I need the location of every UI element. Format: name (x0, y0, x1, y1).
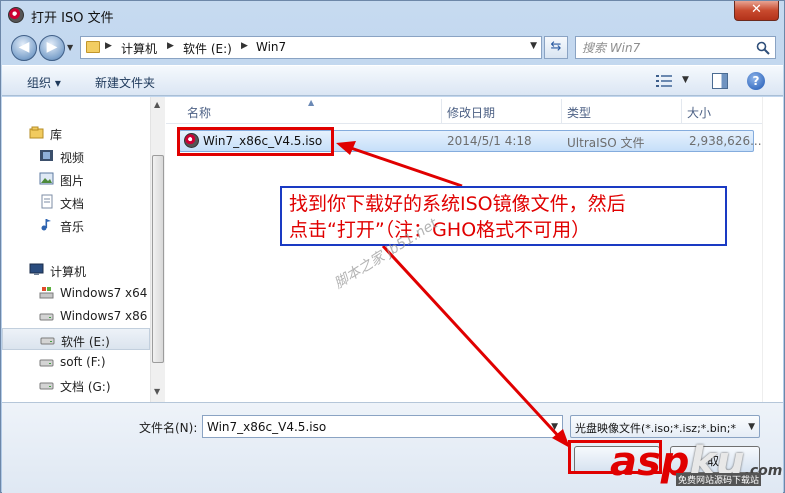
nav-item-drive-g[interactable]: 文档 (G:) (2, 374, 150, 396)
logo-tagline: 免费网站源码下载站 (676, 473, 762, 486)
ultraiso-disc-icon (8, 7, 24, 23)
search-icon (756, 41, 770, 55)
column-size[interactable]: 大小 (687, 104, 711, 121)
search-input[interactable] (582, 39, 752, 56)
file-type-filter-value: 光盘映像文件(*.iso;*.isz;*.bin;* (575, 422, 736, 435)
drive-icon (39, 382, 54, 390)
title-bar[interactable]: 打开 ISO 文件 ✕ (1, 1, 784, 29)
nav-label: 软件 (E:) (61, 335, 110, 349)
nav-label: 图片 (60, 174, 85, 188)
recent-pages-dropdown-icon[interactable]: ▼ (67, 43, 73, 52)
nav-item-videos[interactable]: 视频 (2, 145, 150, 167)
drive-icon (40, 337, 55, 345)
sort-ascending-icon: ▲ (308, 98, 315, 107)
document-icon (41, 194, 53, 209)
command-toolbar: 组织 ▾ 新建文件夹 ▼ ? (2, 65, 783, 96)
column-header: ▲ 名称 修改日期 类型 大小 (166, 97, 762, 124)
view-options-icon[interactable] (656, 74, 672, 88)
folder-icon (86, 41, 100, 53)
column-divider[interactable] (441, 99, 442, 123)
nav-label: 文档 (G:) (60, 380, 111, 394)
scroll-down-icon[interactable]: ▼ (154, 387, 160, 396)
nav-label: 计算机 (50, 265, 87, 279)
file-highlight-box (177, 127, 334, 156)
scrollbar-thumb[interactable] (152, 155, 164, 363)
drive-icon (39, 359, 54, 367)
file-name-combobox[interactable]: ▼ (202, 415, 563, 438)
windows-drive-icon (39, 287, 54, 299)
nav-label: Windows7 x86 (60, 309, 148, 323)
nav-label: Windows7 x64 (60, 286, 148, 300)
instruction-line-2: 点击“打开”（注：GHO格式不可用） (289, 219, 591, 241)
drive-icon (39, 313, 54, 321)
chevron-down-icon: ▼ (748, 422, 755, 432)
nav-item-drive-f[interactable]: soft (F:) (2, 351, 150, 373)
column-divider[interactable] (561, 99, 562, 123)
nav-label: soft (F:) (60, 355, 106, 369)
close-button[interactable]: ✕ (734, 1, 779, 21)
chevron-right-icon[interactable]: ▶ (241, 41, 248, 51)
scroll-up-icon[interactable]: ▲ (154, 100, 160, 109)
back-button[interactable]: ◀ (11, 35, 37, 61)
address-bar[interactable]: ▶ 计算机 ▶ 软件 (E:) ▶ Win7 ▼ (80, 36, 542, 59)
file-date: 2014/5/1 4:18 (447, 134, 532, 148)
file-type: UltraISO 文件 (567, 136, 645, 150)
instruction-line-1: 找到你下载好的系统ISO镜像文件，然后 (289, 193, 626, 215)
library-icon (29, 126, 44, 139)
nav-item-music[interactable]: 音乐 (2, 214, 150, 236)
nav-item-windows7-x64[interactable]: Windows7 x64 (2, 282, 150, 304)
new-folder-button[interactable]: 新建文件夹 (95, 74, 155, 91)
column-divider[interactable] (681, 99, 682, 123)
music-icon (41, 219, 51, 231)
organize-button[interactable]: 组织 ▾ (27, 74, 61, 91)
instruction-callout: 找到你下载好的系统ISO镜像文件，然后 点击“打开”（注：GHO格式不可用） (280, 186, 727, 246)
column-name[interactable]: 名称 (187, 104, 211, 121)
file-name-label: 文件名(N): (139, 421, 198, 435)
file-size: 2,938,626... (689, 134, 762, 148)
file-list-scrollbar[interactable] (762, 97, 783, 402)
window-title: 打开 ISO 文件 (31, 11, 114, 26)
chevron-right-icon[interactable]: ▶ (167, 41, 174, 51)
search-box[interactable] (575, 36, 776, 59)
preview-pane-icon[interactable] (712, 73, 728, 89)
nav-label: 音乐 (60, 220, 85, 234)
breadcrumb-win7[interactable]: Win7 (256, 40, 286, 54)
navigation-pane: 库 视频 图片 文档 音乐 计算机 Windows7 x64 Windows7 … (2, 97, 165, 402)
refresh-icon: ⇆ (550, 39, 562, 54)
column-date[interactable]: 修改日期 (447, 104, 495, 121)
nav-item-library[interactable]: 库 (2, 122, 150, 144)
video-icon (40, 150, 53, 161)
nav-item-pictures[interactable]: 图片 (2, 168, 150, 190)
breadcrumb-computer[interactable]: 计算机 (121, 40, 157, 57)
nav-item-drive-e[interactable]: 软件 (E:) (2, 328, 150, 350)
breadcrumb-drive-e[interactable]: 软件 (E:) (183, 40, 232, 57)
picture-icon (39, 172, 54, 185)
nav-item-computer[interactable]: 计算机 (2, 259, 150, 281)
help-button[interactable]: ? (747, 72, 765, 90)
nav-label: 库 (50, 128, 63, 142)
file-name-input[interactable] (207, 418, 537, 436)
nav-item-documents[interactable]: 文档 (2, 191, 150, 213)
file-type-filter[interactable]: 光盘映像文件(*.iso;*.isz;*.bin;* ▼ (570, 415, 760, 438)
file-name-dropdown-icon[interactable]: ▼ (551, 422, 558, 432)
address-row: ◀ ▶ ▼ ▶ 计算机 ▶ 软件 (E:) ▶ Win7 ▼ ⇆ (1, 31, 784, 63)
column-type[interactable]: 类型 (567, 104, 591, 121)
nav-scrollbar[interactable]: ▲ ▼ (150, 97, 165, 402)
nav-label: 视频 (60, 151, 85, 165)
view-dropdown-icon[interactable]: ▼ (682, 75, 689, 85)
nav-item-windows7-x86[interactable]: Windows7 x86 (2, 305, 150, 327)
refresh-button[interactable]: ⇆ (544, 36, 568, 59)
forward-button[interactable]: ▶ (39, 35, 65, 61)
computer-icon (29, 263, 44, 275)
address-dropdown-icon[interactable]: ▼ (530, 41, 537, 51)
chevron-right-icon[interactable]: ▶ (105, 41, 112, 51)
nav-label: 文档 (60, 197, 85, 211)
